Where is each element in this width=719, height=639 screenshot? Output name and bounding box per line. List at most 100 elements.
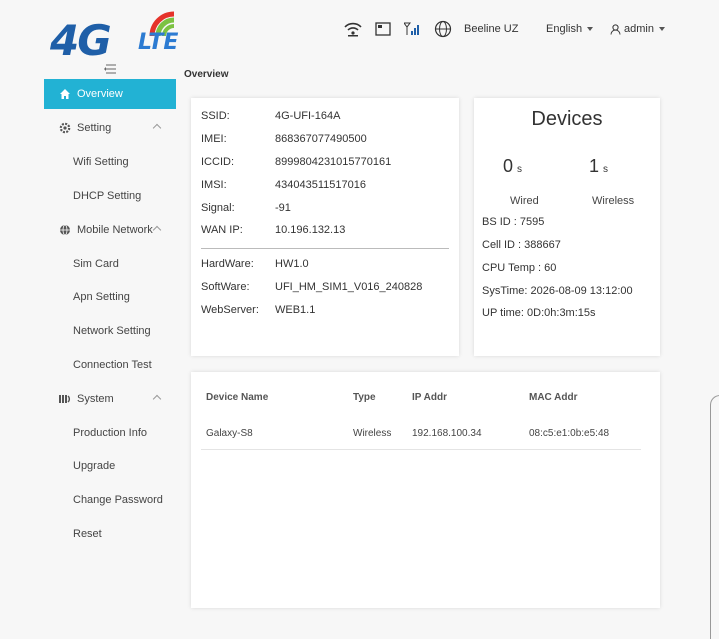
info-divider xyxy=(201,248,449,249)
sidebar-item-change-password[interactable]: Change Password xyxy=(44,485,176,515)
info-label: Signal: xyxy=(201,202,235,214)
username: admin xyxy=(624,23,654,35)
wireless-count-unit: s xyxy=(603,164,609,175)
sidebar-item-wifi-setting[interactable]: Wifi Setting xyxy=(44,147,176,177)
sidebar-item-label: Connection Test xyxy=(73,359,152,371)
info-value: 868367077490500 xyxy=(275,133,367,145)
sidebar-item-connection-test[interactable]: Connection Test xyxy=(44,350,176,380)
info-value: 434043511517016 xyxy=(275,179,366,191)
sidebar-item-overview[interactable]: Overview xyxy=(44,79,176,109)
sidebar-item-production-info[interactable]: Production Info xyxy=(44,418,176,448)
sidebar-item-label: Mobile Network xyxy=(77,224,153,236)
info-value: -91 xyxy=(275,202,291,214)
sidebar-item-label: Reset xyxy=(73,528,102,540)
info-label: SSID: xyxy=(201,110,230,122)
chevron-up-icon xyxy=(152,123,162,133)
sidebar-item-apn-setting[interactable]: Apn Setting xyxy=(44,282,176,312)
globe-icon[interactable] xyxy=(432,18,454,40)
table-cell-ip-addr: 192.168.100.34 xyxy=(412,428,482,439)
chevron-down-icon xyxy=(587,27,594,31)
sidebar-item-reset[interactable]: Reset xyxy=(44,519,176,549)
home-icon xyxy=(59,88,71,100)
info-value: WEB1.1 xyxy=(275,304,316,316)
sidebar-item-label: Overview xyxy=(77,88,123,100)
wired-label: Wired xyxy=(510,195,539,207)
header: 4G LTE Beeline UZ English admin xyxy=(0,0,719,68)
info-value: UFI_HM_SIM1_V016_240828 xyxy=(275,281,423,293)
sidebar-item-label: Sim Card xyxy=(73,258,119,270)
sidebar-item-label: Apn Setting xyxy=(73,291,130,303)
sidebar-item-label: Setting xyxy=(77,122,112,134)
wired-count-unit: s xyxy=(517,164,523,175)
sidebar-item-mobile-network[interactable]: Mobile Network xyxy=(44,215,176,245)
sidebar-item-label: Network Setting xyxy=(73,325,151,337)
wired-count-value: 0 xyxy=(503,156,514,176)
sidebar-item-dhcp-setting[interactable]: DHCP Setting xyxy=(44,181,176,211)
sidebar-item-setting[interactable]: Setting xyxy=(44,113,176,143)
logo-lte-text: LTE xyxy=(138,30,179,55)
sidebar-item-upgrade[interactable]: Upgrade xyxy=(44,451,176,481)
sidebar-item-label: Change Password xyxy=(73,494,163,506)
cpu-temp: CPU Temp : 60 xyxy=(482,262,557,274)
gear-icon xyxy=(59,122,71,134)
language-select[interactable]: English xyxy=(546,23,594,35)
sidebar-item-label: Upgrade xyxy=(73,460,116,472)
sidebar-item-system[interactable]: System xyxy=(44,384,176,414)
info-value: 8999804231015770161 xyxy=(275,156,392,168)
sidebar-item-label: System xyxy=(77,393,114,405)
status-bar: Beeline UZ xyxy=(342,16,518,42)
chevron-down-icon xyxy=(658,27,665,31)
bs-id: BS ID : 7595 xyxy=(482,216,545,228)
table-header-type: Type xyxy=(353,392,376,403)
brand-logo: 4G LTE xyxy=(50,6,206,65)
sidebar-item-sim-card[interactable]: Sim Card xyxy=(44,249,176,279)
sim-card-icon[interactable] xyxy=(372,18,394,40)
table-cell-device-name: Galaxy-S8 xyxy=(206,428,253,439)
wireless-count: 1s xyxy=(589,156,608,177)
up-time: UP time: 0D:0h:3m:15s xyxy=(482,307,596,319)
device-info-card: SSID: 4G-UFI-164A IMEI: 868367077490500 IC… xyxy=(191,98,459,356)
table-header-ip-addr: IP Addr xyxy=(412,392,448,403)
info-label: WAN IP: xyxy=(201,224,243,236)
wifi-icon[interactable] xyxy=(342,18,364,40)
page-title: Overview xyxy=(184,69,229,80)
info-label: HardWare: xyxy=(201,258,254,270)
table-cell-type: Wireless xyxy=(353,428,392,439)
devices-card: Devices 0s 1s Wired Wireless BS ID : 759… xyxy=(474,98,660,356)
user-icon xyxy=(610,23,621,35)
operator-name: Beeline UZ xyxy=(464,23,519,35)
info-label: WebServer: xyxy=(201,304,259,316)
logo-4g-text: 4G xyxy=(50,16,112,65)
chevron-up-icon xyxy=(152,225,162,235)
menu-collapse-icon[interactable] xyxy=(104,64,116,74)
sidebar-item-label: DHCP Setting xyxy=(73,190,142,202)
language-label: English xyxy=(546,23,583,35)
signal-icon[interactable] xyxy=(402,18,424,40)
info-label: SoftWare: xyxy=(201,281,250,293)
system-icon xyxy=(59,393,71,405)
sidebar-item-network-setting[interactable]: Network Setting xyxy=(44,316,176,346)
sidebar-item-label: Wifi Setting xyxy=(73,156,129,168)
devices-title: Devices xyxy=(531,108,603,130)
wired-count: 0s xyxy=(503,156,522,177)
cell-id: Cell ID : 388667 xyxy=(482,239,561,251)
info-label: IMSI: xyxy=(201,179,227,191)
user-menu[interactable]: admin xyxy=(610,23,665,35)
table-row-divider xyxy=(201,449,641,450)
globe-icon xyxy=(59,224,71,236)
scrollbar-edge xyxy=(710,395,719,639)
connected-devices-table: Device Name Type IP Addr MAC Addr Galaxy… xyxy=(191,372,660,608)
sidebar-item-label: Production Info xyxy=(73,427,147,439)
chevron-up-icon xyxy=(152,394,162,404)
info-label: IMEI: xyxy=(201,133,227,145)
wireless-label: Wireless xyxy=(592,195,635,207)
info-value: 4G-UFI-164A xyxy=(275,110,341,122)
table-cell-mac-addr: 08:c5:e1:0b:e5:48 xyxy=(529,428,610,439)
info-value: 10.196.132.13 xyxy=(275,224,346,236)
table-header-device-name: Device Name xyxy=(206,392,269,403)
sys-time: SysTime: 2026-08-09 13:12:00 xyxy=(482,285,633,297)
table-header-mac-addr: MAC Addr xyxy=(529,392,578,403)
wireless-count-value: 1 xyxy=(589,156,600,176)
info-label: ICCID: xyxy=(201,156,234,168)
info-value: HW1.0 xyxy=(275,258,309,270)
